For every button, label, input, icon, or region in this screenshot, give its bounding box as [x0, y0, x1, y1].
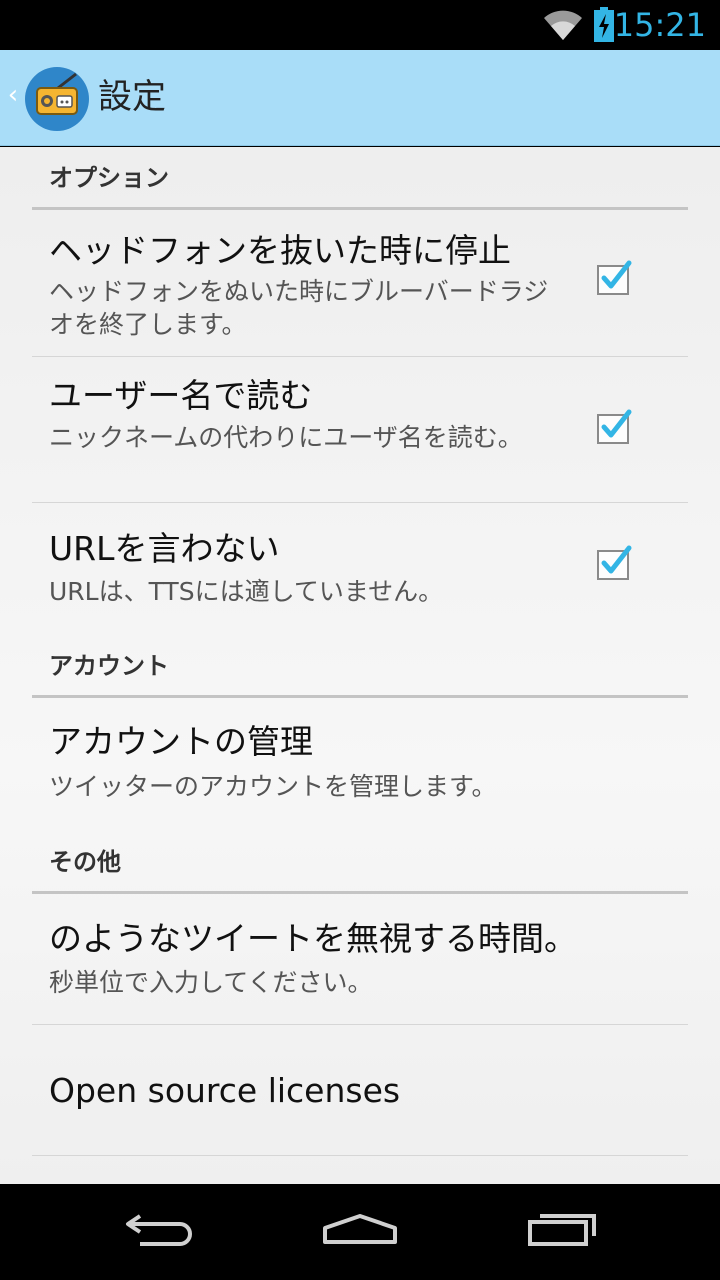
status-bar: 15:21 — [0, 0, 720, 50]
checkbox-read-username[interactable] — [596, 409, 632, 445]
pref-open-source-licenses[interactable]: Open source licenses — [32, 1025, 688, 1156]
section-header-options: オプション — [32, 147, 688, 210]
pref-summary: ヘッドフォンをぬいた時にブルーバードラジオを終了します。 — [49, 277, 549, 339]
section-header-label: オプション — [49, 164, 169, 192]
pref-summary: 秒単位で入力してください。 — [49, 968, 373, 997]
pref-title: URLを言わない — [49, 529, 280, 568]
section-header-label: アカウント — [49, 652, 169, 680]
checkbox-stop-on-unplug[interactable] — [596, 260, 632, 296]
pref-stop-on-unplug[interactable]: ヘッドフォンを抜いた時に停止 ヘッドフォンをぬいた時にブルーバードラジオを終了し… — [32, 210, 688, 357]
pref-summary: URLは、TTSには適していません。 — [49, 577, 444, 606]
status-clock: 15:21 — [613, 6, 706, 44]
pref-summary: ニックネームの代わりにユーザ名を読む。 — [49, 423, 523, 452]
home-icon[interactable] — [320, 1204, 400, 1254]
pref-title: アカウントの管理 — [49, 722, 313, 761]
pref-summary: ツイッターのアカウントを管理します。 — [49, 772, 497, 801]
wifi-icon — [544, 10, 582, 40]
pref-title: のようなツイートを無視する時間。 — [49, 919, 577, 958]
pref-manage-accounts[interactable]: アカウントの管理 ツイッターのアカウントを管理します。 — [32, 698, 688, 818]
settings-list[interactable]: オプション ヘッドフォンを抜いた時に停止 ヘッドフォンをぬいた時にブルーバードラ… — [0, 147, 720, 1184]
section-header-other: その他 — [32, 818, 688, 894]
pref-title: ユーザー名で読む — [49, 376, 313, 415]
section-header-label: その他 — [49, 848, 121, 876]
section-header-account: アカウント — [32, 635, 688, 698]
pref-title: ヘッドフォンを抜いた時に停止 — [49, 231, 511, 270]
back-icon[interactable] — [120, 1204, 200, 1254]
checkbox-no-urls[interactable] — [596, 545, 632, 581]
pref-read-username[interactable]: ユーザー名で読む ニックネームの代わりにユーザ名を読む。 — [32, 357, 688, 503]
pref-ignore-tweets-time[interactable]: のようなツイートを無視する時間。 秒単位で入力してください。 — [32, 894, 688, 1025]
page-title: 設定 — [98, 77, 166, 117]
up-caret-icon[interactable]: ‹ — [6, 80, 20, 110]
navigation-bar — [0, 1184, 720, 1280]
action-bar: ‹ 設定 — [0, 50, 720, 146]
radio-icon[interactable] — [24, 66, 90, 132]
battery-charging-icon — [594, 7, 614, 42]
pref-no-urls[interactable]: URLを言わない URLは、TTSには適していません。 — [32, 503, 688, 635]
pref-title: Open source licenses — [49, 1071, 401, 1110]
recent-apps-icon[interactable] — [522, 1204, 602, 1254]
